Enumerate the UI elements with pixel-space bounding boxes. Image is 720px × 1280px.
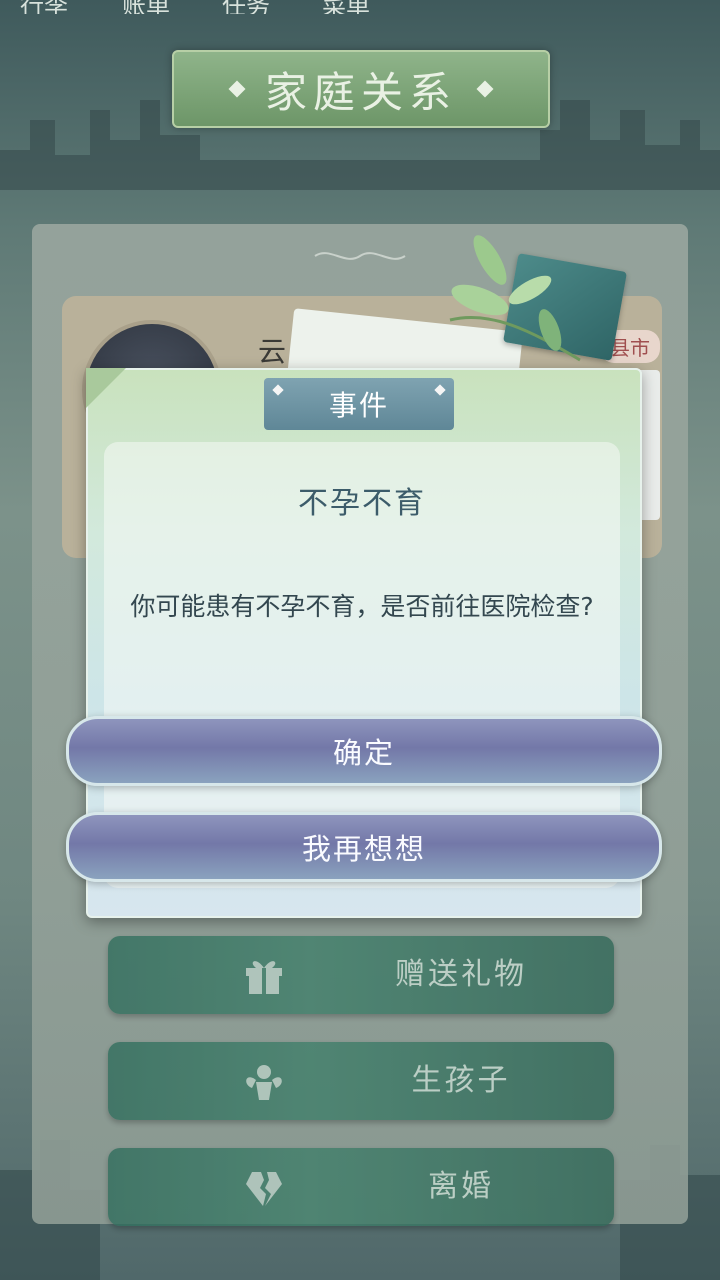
spouse-name: 云 [258, 335, 287, 368]
event-message: 你可能患有不孕不育，是否前往医院检查? [130, 592, 594, 621]
paper-fold-corner [86, 368, 126, 408]
divorce-label: 离婚 [428, 1169, 494, 1204]
page-title: 家庭关系 [264, 67, 457, 117]
diamond-ornament-icon [434, 384, 446, 396]
diamond-ornament-icon [228, 80, 246, 98]
top-nav-item-task[interactable]: 任务 [222, 0, 270, 14]
event-dialog-tab-label: 事件 [328, 389, 389, 422]
top-nav: 行李 账单 任务 菜单 [0, 0, 720, 14]
event-dialog-tab: 事件 [264, 378, 454, 430]
confirm-button[interactable]: 确定 [66, 716, 662, 786]
top-nav-item-menu[interactable]: 菜单 [322, 0, 370, 14]
gift-icon [246, 961, 282, 994]
angel-icon [246, 1065, 282, 1100]
scroll-ornament-icon [314, 252, 406, 260]
confirm-button-label: 确定 [332, 736, 395, 770]
diamond-ornament-icon [272, 384, 284, 396]
diamond-ornament-icon [476, 80, 494, 98]
divorce-button[interactable]: 离婚 [108, 1148, 614, 1226]
leaf-branch-icon [449, 235, 581, 362]
have-child-button[interactable]: 生孩子 [108, 1042, 614, 1120]
top-nav-item-bill[interactable]: 账单 [122, 0, 170, 14]
page-title-banner: 家庭关系 [172, 50, 550, 128]
rethink-button-label: 我再想想 [301, 832, 426, 866]
top-nav-item-bag[interactable]: 行李 [20, 0, 68, 14]
give-gift-label: 赠送礼物 [395, 957, 527, 992]
have-child-label: 生孩子 [411, 1063, 511, 1098]
broken-heart-icon [246, 1172, 282, 1206]
event-title: 不孕不育 [298, 486, 426, 521]
rethink-button[interactable]: 我再想想 [66, 812, 662, 882]
give-gift-button[interactable]: 赠送礼物 [108, 936, 614, 1014]
